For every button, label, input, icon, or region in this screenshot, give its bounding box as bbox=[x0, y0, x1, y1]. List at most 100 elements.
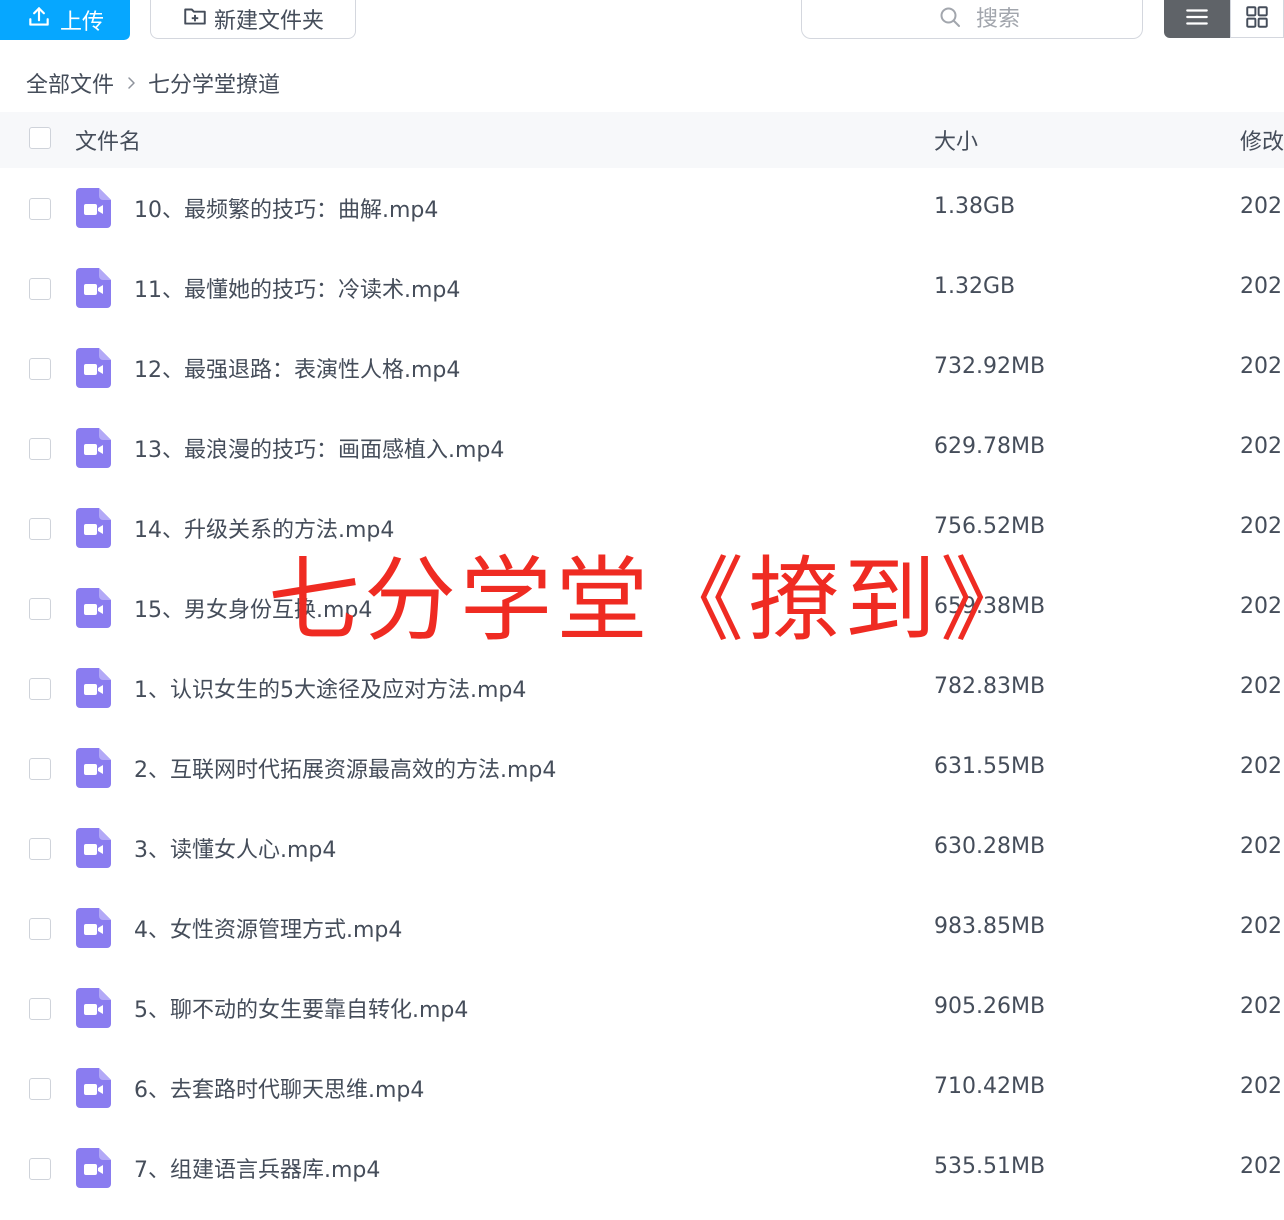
file-size: 630.28MB bbox=[934, 834, 1046, 859]
file-size: 710.42MB bbox=[934, 1074, 1046, 1099]
file-name[interactable]: 13、最浪漫的技巧：画面感植入.mp4 bbox=[134, 432, 504, 464]
file-size: 756.52MB bbox=[934, 514, 1046, 539]
file-size: 631.55MB bbox=[934, 754, 1046, 779]
video-file-icon bbox=[76, 428, 111, 468]
row-checkbox[interactable] bbox=[29, 278, 51, 300]
upload-label: 上传 bbox=[59, 10, 104, 35]
row-checkbox[interactable] bbox=[29, 918, 51, 940]
file-modified-date: 202 bbox=[1240, 594, 1282, 619]
breadcrumb-current: 七分学堂撩道 bbox=[148, 73, 281, 98]
video-file-icon bbox=[76, 188, 111, 228]
file-row[interactable]: 2、互联网时代拓展资源最高效的方法.mp4 631.55MB 202 bbox=[0, 728, 1284, 808]
search-input[interactable] bbox=[974, 5, 1128, 33]
file-row[interactable]: 5、聊不动的女生要靠自转化.mp4 905.26MB 202 bbox=[0, 968, 1284, 1048]
file-name[interactable]: 7、组建语言兵器库.mp4 bbox=[134, 1152, 380, 1184]
new-folder-button[interactable]: 新建文件夹 bbox=[150, 0, 356, 39]
search-box[interactable] bbox=[801, 0, 1143, 39]
file-name[interactable]: 11、最懂她的技巧：冷读术.mp4 bbox=[134, 272, 460, 304]
row-checkbox[interactable] bbox=[29, 1078, 51, 1100]
file-row[interactable]: 1、认识女生的5大途径及应对方法.mp4 782.83MB 202 bbox=[0, 648, 1284, 728]
row-checkbox[interactable] bbox=[29, 598, 51, 620]
row-checkbox[interactable] bbox=[29, 998, 51, 1020]
file-name[interactable]: 15、男女身份互换.mp4 bbox=[134, 592, 372, 624]
file-size: 782.83MB bbox=[934, 674, 1046, 699]
file-row[interactable]: 6、去套路时代聊天思维.mp4 710.42MB 202 bbox=[0, 1048, 1284, 1128]
file-size: 983.85MB bbox=[934, 914, 1046, 939]
video-file-icon bbox=[76, 908, 111, 948]
file-modified-date: 202 bbox=[1240, 754, 1282, 779]
file-name[interactable]: 14、升级关系的方法.mp4 bbox=[134, 512, 394, 544]
row-checkbox[interactable] bbox=[29, 358, 51, 380]
file-name[interactable]: 5、聊不动的女生要靠自转化.mp4 bbox=[134, 992, 468, 1024]
row-checkbox[interactable] bbox=[29, 678, 51, 700]
video-file-icon bbox=[76, 1068, 111, 1108]
toolbar: 上传 新建文件夹 bbox=[0, 0, 1284, 56]
upload-icon bbox=[26, 4, 52, 36]
file-size: 732.92MB bbox=[934, 354, 1046, 379]
file-size: 1.32GB bbox=[934, 274, 1016, 299]
list-view-icon bbox=[1184, 4, 1210, 34]
file-modified-date: 202 bbox=[1240, 514, 1282, 539]
row-checkbox[interactable] bbox=[29, 1158, 51, 1180]
grid-view-button[interactable] bbox=[1230, 0, 1284, 38]
file-size: 659.38MB bbox=[934, 594, 1046, 619]
column-header-name[interactable]: 文件名 bbox=[75, 124, 141, 156]
file-size: 535.51MB bbox=[934, 1154, 1046, 1179]
file-row[interactable]: 13、最浪漫的技巧：画面感植入.mp4 629.78MB 202 bbox=[0, 408, 1284, 488]
file-modified-date: 202 bbox=[1240, 354, 1282, 379]
file-modified-date: 202 bbox=[1240, 1074, 1282, 1099]
video-file-icon bbox=[76, 1148, 111, 1188]
file-name[interactable]: 6、去套路时代聊天思维.mp4 bbox=[134, 1072, 424, 1104]
file-size: 1.38GB bbox=[934, 194, 1016, 219]
breadcrumb-root[interactable]: 全部文件 bbox=[26, 67, 114, 99]
chevron-right-icon bbox=[124, 76, 138, 90]
video-file-icon bbox=[76, 748, 111, 788]
view-switch bbox=[1164, 0, 1284, 38]
row-checkbox[interactable] bbox=[29, 438, 51, 460]
row-checkbox[interactable] bbox=[29, 838, 51, 860]
file-modified-date: 202 bbox=[1240, 914, 1282, 939]
new-folder-icon bbox=[182, 3, 208, 35]
file-modified-date: 202 bbox=[1240, 1154, 1282, 1179]
file-name[interactable]: 1、认识女生的5大途径及应对方法.mp4 bbox=[134, 672, 526, 704]
file-name[interactable]: 3、读懂女人心.mp4 bbox=[134, 832, 336, 864]
column-header-modified[interactable]: 修改 bbox=[1240, 124, 1284, 156]
file-size: 905.26MB bbox=[934, 994, 1046, 1019]
file-name[interactable]: 2、互联网时代拓展资源最高效的方法.mp4 bbox=[134, 752, 556, 784]
upload-button[interactable]: 上传 bbox=[0, 0, 130, 40]
file-modified-date: 202 bbox=[1240, 994, 1282, 1019]
row-checkbox[interactable] bbox=[29, 758, 51, 780]
file-name[interactable]: 10、最频繁的技巧：曲解.mp4 bbox=[134, 192, 438, 224]
file-name[interactable]: 12、最强退路：表演性人格.mp4 bbox=[134, 352, 460, 384]
video-file-icon bbox=[76, 588, 111, 628]
video-file-icon bbox=[76, 268, 111, 308]
row-checkbox[interactable] bbox=[29, 198, 51, 220]
file-row[interactable]: 10、最频繁的技巧：曲解.mp4 1.38GB 202 bbox=[0, 168, 1284, 248]
breadcrumb: 全部文件 七分学堂撩道 bbox=[26, 66, 280, 100]
file-size: 629.78MB bbox=[934, 434, 1046, 459]
search-icon bbox=[938, 5, 962, 33]
file-modified-date: 202 bbox=[1240, 434, 1282, 459]
video-file-icon bbox=[76, 988, 111, 1028]
file-row[interactable]: 11、最懂她的技巧：冷读术.mp4 1.32GB 202 bbox=[0, 248, 1284, 328]
column-header-size[interactable]: 大小 bbox=[934, 124, 978, 156]
grid-view-icon bbox=[1244, 4, 1270, 34]
select-all-checkbox[interactable] bbox=[29, 127, 51, 149]
video-file-icon bbox=[76, 668, 111, 708]
file-modified-date: 202 bbox=[1240, 674, 1282, 699]
list-view-button[interactable] bbox=[1164, 0, 1230, 38]
file-modified-date: 202 bbox=[1240, 834, 1282, 859]
video-file-icon bbox=[76, 508, 111, 548]
file-row[interactable]: 3、读懂女人心.mp4 630.28MB 202 bbox=[0, 808, 1284, 888]
file-modified-date: 202 bbox=[1240, 194, 1282, 219]
file-row[interactable]: 7、组建语言兵器库.mp4 535.51MB 202 bbox=[0, 1128, 1284, 1208]
file-row[interactable]: 4、女性资源管理方式.mp4 983.85MB 202 bbox=[0, 888, 1284, 968]
file-row[interactable]: 15、男女身份互换.mp4 659.38MB 202 bbox=[0, 568, 1284, 648]
file-list: 10、最频繁的技巧：曲解.mp4 1.38GB 202 11、最懂她的技巧：冷读术.m… bbox=[0, 168, 1284, 1208]
file-row[interactable]: 14、升级关系的方法.mp4 756.52MB 202 bbox=[0, 488, 1284, 568]
file-row[interactable]: 12、最强退路：表演性人格.mp4 732.92MB 202 bbox=[0, 328, 1284, 408]
row-checkbox[interactable] bbox=[29, 518, 51, 540]
new-folder-label: 新建文件夹 bbox=[213, 9, 324, 34]
file-name[interactable]: 4、女性资源管理方式.mp4 bbox=[134, 912, 402, 944]
table-header: 文件名 大小 修改 bbox=[0, 112, 1284, 168]
